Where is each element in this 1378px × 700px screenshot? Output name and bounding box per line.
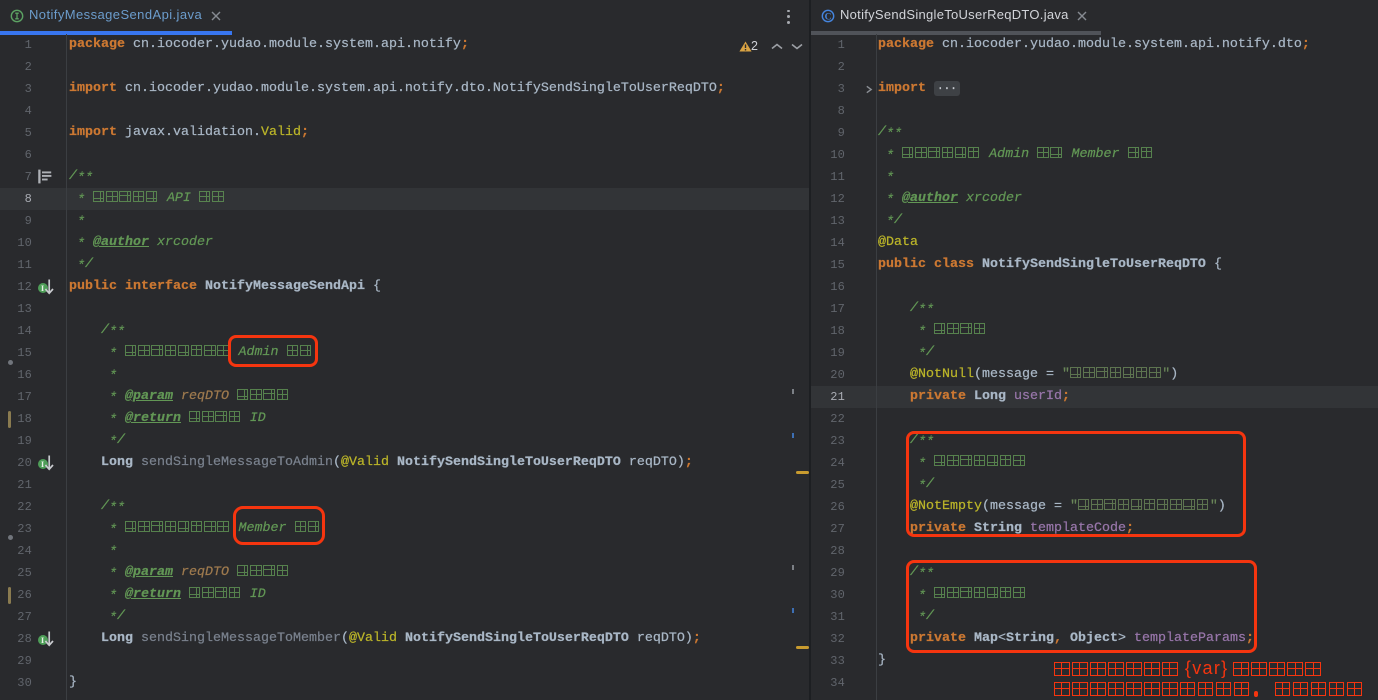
svg-text:C: C (825, 12, 832, 22)
